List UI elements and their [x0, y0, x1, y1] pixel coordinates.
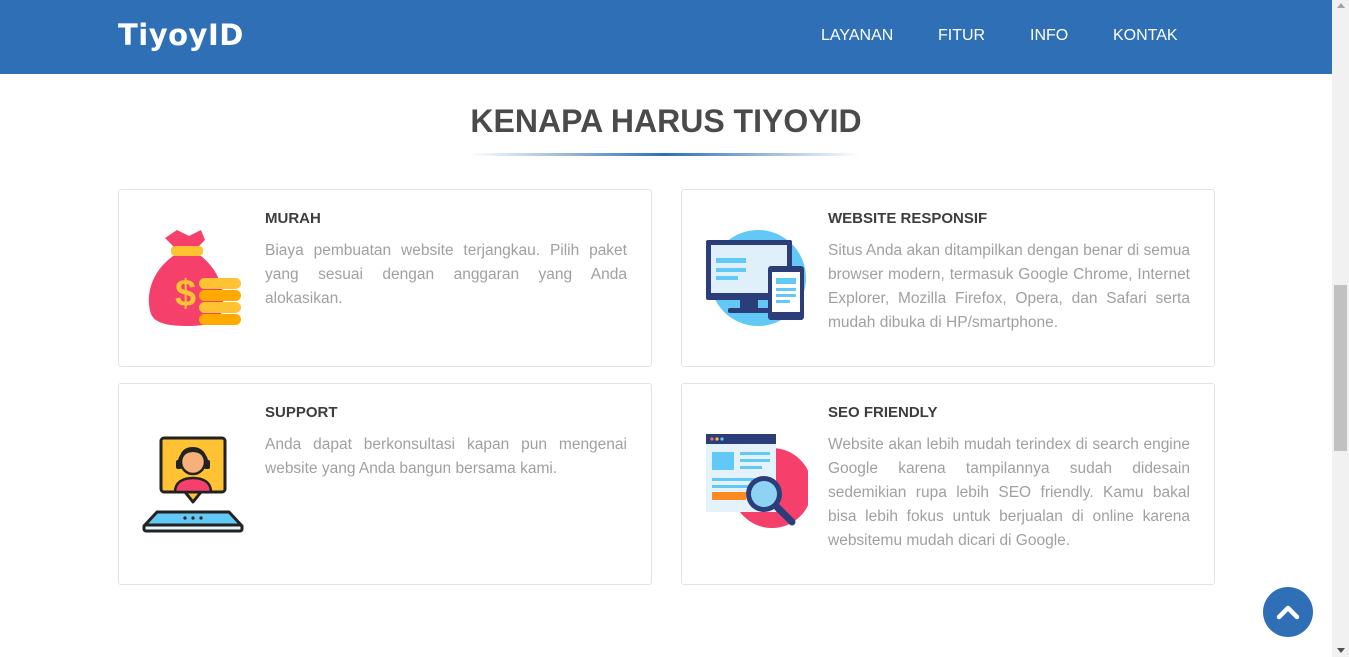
top-navbar: TiyoyID LAYANAN FITUR INFO KONTAK [0, 0, 1332, 74]
responsive-devices-icon [704, 228, 808, 332]
feature-title: MURAH [265, 210, 321, 227]
feature-card-seo-friendly: SEO FRIENDLY Website akan lebih mudah te… [681, 383, 1215, 585]
feature-description: Website akan lebih mudah terindex di sea… [828, 436, 1190, 549]
feature-description: Biaya pembuatan website terjangkau. Pili… [265, 242, 627, 307]
feature-title: WEBSITE RESPONSIF [828, 210, 988, 227]
feature-card-murah: $ MURAH Biaya pembuatan website terjangk… [118, 189, 652, 367]
nav-item-info[interactable]: INFO [1030, 27, 1068, 45]
vertical-scrollbar[interactable] [1332, 0, 1349, 657]
feature-card-support: SUPPORT Anda dapat berkonsultasi kapan p… [118, 383, 652, 585]
scroll-down-arrow-icon[interactable] [1337, 648, 1345, 653]
nav-item-kontak[interactable]: KONTAK [1113, 27, 1178, 45]
feature-description: Anda dapat berkonsultasi kapan pun menge… [265, 436, 627, 477]
scrollbar-thumb[interactable] [1334, 285, 1347, 451]
chevron-up-icon [1276, 605, 1300, 620]
title-underline [470, 153, 860, 156]
support-agent-icon [141, 432, 245, 536]
back-to-top-button[interactable] [1263, 587, 1313, 637]
feature-description: Situs Anda akan ditampilkan dengan benar… [828, 242, 1190, 331]
feature-title: SEO FRIENDLY [828, 404, 938, 421]
feature-card-website-responsif: WEBSITE RESPONSIF Situs Anda akan ditamp… [681, 189, 1215, 367]
feature-title: SUPPORT [265, 404, 338, 421]
svg-text:$: $ [175, 273, 196, 315]
nav-item-fitur[interactable]: FITUR [938, 27, 985, 45]
seo-search-icon [704, 432, 808, 536]
scroll-up-arrow-icon[interactable] [1337, 3, 1345, 8]
brand-logo[interactable]: TiyoyID [118, 18, 244, 52]
section-title: KENAPA HARUS TIYOYID [470, 103, 862, 139]
money-bag-icon: $ [141, 226, 245, 330]
nav-item-layanan[interactable]: LAYANAN [821, 27, 893, 45]
